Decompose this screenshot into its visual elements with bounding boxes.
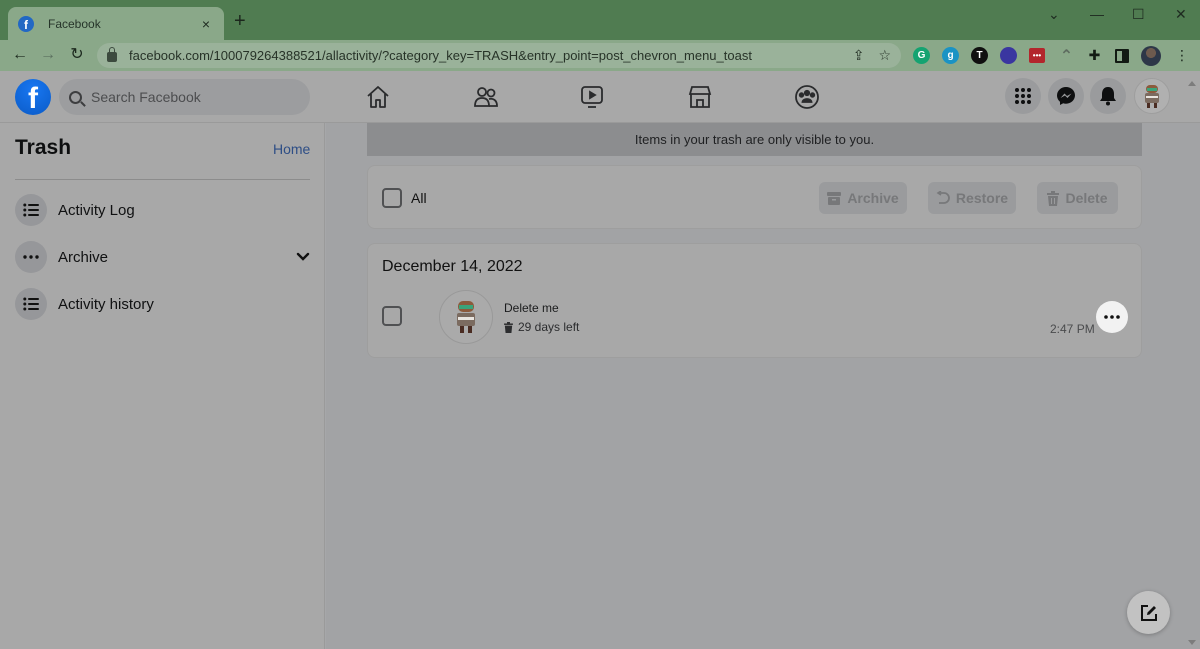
search-placeholder: Search Facebook: [91, 89, 201, 105]
trash-icon: [1047, 190, 1060, 206]
list-icon: [15, 194, 47, 226]
grid-menu-icon: [1015, 88, 1031, 104]
trash-date-group: December 14, 2022 Delete me 29 days left…: [367, 243, 1142, 358]
select-all-label[interactable]: All: [411, 190, 427, 206]
back-button[interactable]: ←: [10, 45, 30, 65]
bell-icon: [1100, 87, 1116, 106]
delete-button-label: Delete: [1065, 190, 1108, 206]
sidebar-item-archive[interactable]: Archive: [8, 235, 316, 279]
more-icon: [1104, 315, 1120, 319]
android-avatar-icon: [457, 301, 475, 333]
arc-extension-icon[interactable]: ⌃: [1058, 47, 1075, 65]
grammarly-extension-icon[interactable]: G: [913, 47, 930, 64]
extensions-puzzle-icon[interactable]: ✚: [1086, 47, 1103, 64]
address-bar[interactable]: facebook.com/100079264388521/allactivity…: [97, 43, 901, 68]
facebook-page: f Search Facebook Trash Home Activity Lo…: [0, 71, 1200, 649]
url-text[interactable]: facebook.com/100079264388521/allactivity…: [129, 48, 839, 63]
archive-button[interactable]: Archive: [819, 182, 907, 214]
bookmark-star-icon[interactable]: ☆: [878, 47, 891, 64]
notifications-button[interactable]: [1090, 78, 1126, 114]
friends-icon[interactable]: [472, 83, 500, 111]
minimize-button[interactable]: —: [1090, 6, 1104, 22]
restore-button-label: Restore: [955, 190, 1009, 206]
new-tab-button[interactable]: +: [234, 11, 246, 31]
facebook-top-bar: f Search Facebook: [0, 71, 1200, 123]
tab-title: Facebook: [48, 16, 101, 31]
entry-thumbnail[interactable]: [439, 290, 493, 344]
archive-box-icon: [827, 191, 842, 205]
delete-button[interactable]: Delete: [1037, 182, 1118, 214]
sidebar-item-label: Activity Log: [58, 201, 135, 219]
browser-titlebar: f Facebook × + ⌄ — ☐ ✕: [0, 0, 1200, 40]
days-left-text: 29 days left: [518, 320, 580, 334]
trash-main-content: Items in your trash are only visible to …: [326, 123, 1200, 649]
tab-close-icon[interactable]: ×: [198, 16, 214, 32]
undo-icon: [936, 191, 950, 204]
entry-title[interactable]: Delete me: [504, 301, 559, 315]
menu-button[interactable]: [1005, 78, 1041, 114]
maximize-button[interactable]: ☐: [1132, 6, 1145, 23]
archive-button-label: Archive: [847, 190, 899, 206]
sidebar-item-activity-history[interactable]: Activity history: [8, 282, 316, 326]
entry-time: 2:47 PM: [1050, 322, 1095, 336]
group-date: December 14, 2022: [382, 258, 523, 275]
sidebar-item-label: Activity history: [58, 295, 154, 313]
android-avatar-icon: [1145, 85, 1159, 108]
side-panel-icon[interactable]: [1115, 49, 1129, 63]
g9-extension-icon[interactable]: g: [942, 47, 959, 64]
share-icon[interactable]: ⇪: [853, 47, 865, 64]
page-title: Trash: [15, 136, 72, 159]
search-icon: [69, 90, 82, 104]
marketplace-icon[interactable]: [686, 83, 714, 111]
facebook-logo-icon[interactable]: f: [15, 79, 51, 115]
restore-button[interactable]: Restore: [928, 182, 1016, 214]
facebook-favicon-icon: f: [18, 15, 34, 32]
tab-search-icon[interactable]: ⌄: [1048, 6, 1060, 23]
entry-checkbox[interactable]: [382, 306, 402, 326]
compose-icon: [1140, 604, 1157, 621]
trash-icon: [504, 321, 513, 333]
browser-toolbar: ← → ↻ facebook.com/100079264388521/allac…: [0, 40, 1200, 71]
entry-more-button[interactable]: [1096, 301, 1128, 333]
lock-icon[interactable]: [107, 46, 117, 62]
sidebar-item-activity-log[interactable]: Activity Log: [8, 188, 316, 232]
browser-profile-avatar[interactable]: [1141, 46, 1161, 66]
list-icon: [15, 288, 47, 320]
forward-button[interactable]: →: [38, 45, 58, 65]
sidebar-divider: [15, 179, 310, 180]
new-message-button[interactable]: [1127, 591, 1170, 634]
home-icon[interactable]: [364, 83, 392, 111]
messenger-button[interactable]: [1048, 78, 1084, 114]
scroll-down-arrow[interactable]: [1188, 640, 1196, 645]
t-extension-icon[interactable]: T: [971, 47, 988, 64]
select-all-checkbox[interactable]: [382, 188, 402, 208]
messenger-icon: [1057, 87, 1075, 105]
sidebar-item-label: Archive: [58, 248, 109, 266]
home-link[interactable]: Home: [273, 141, 310, 157]
ball-extension-icon[interactable]: [1000, 47, 1017, 64]
trash-sidebar: Trash Home Activity Log Archive Activity…: [0, 123, 325, 649]
account-avatar[interactable]: [1134, 78, 1170, 114]
browser-tab-facebook[interactable]: f Facebook ×: [8, 7, 224, 40]
close-window-button[interactable]: ✕: [1175, 6, 1187, 23]
privacy-banner: Items in your trash are only visible to …: [367, 123, 1142, 156]
browser-menu-icon[interactable]: ⋮: [1175, 45, 1189, 65]
more-icon: [15, 241, 47, 273]
scroll-up-arrow[interactable]: [1188, 81, 1196, 86]
search-input[interactable]: Search Facebook: [59, 79, 310, 115]
reload-button[interactable]: ↻: [67, 45, 87, 65]
groups-icon[interactable]: [793, 83, 821, 111]
watch-icon[interactable]: [578, 83, 606, 111]
entry-days-left: 29 days left: [504, 320, 579, 334]
bulk-actions-card: All Archive Restore Delete: [367, 165, 1142, 229]
chevron-down-icon[interactable]: [296, 252, 310, 262]
lastpass-extension-icon[interactable]: •••: [1029, 48, 1045, 63]
